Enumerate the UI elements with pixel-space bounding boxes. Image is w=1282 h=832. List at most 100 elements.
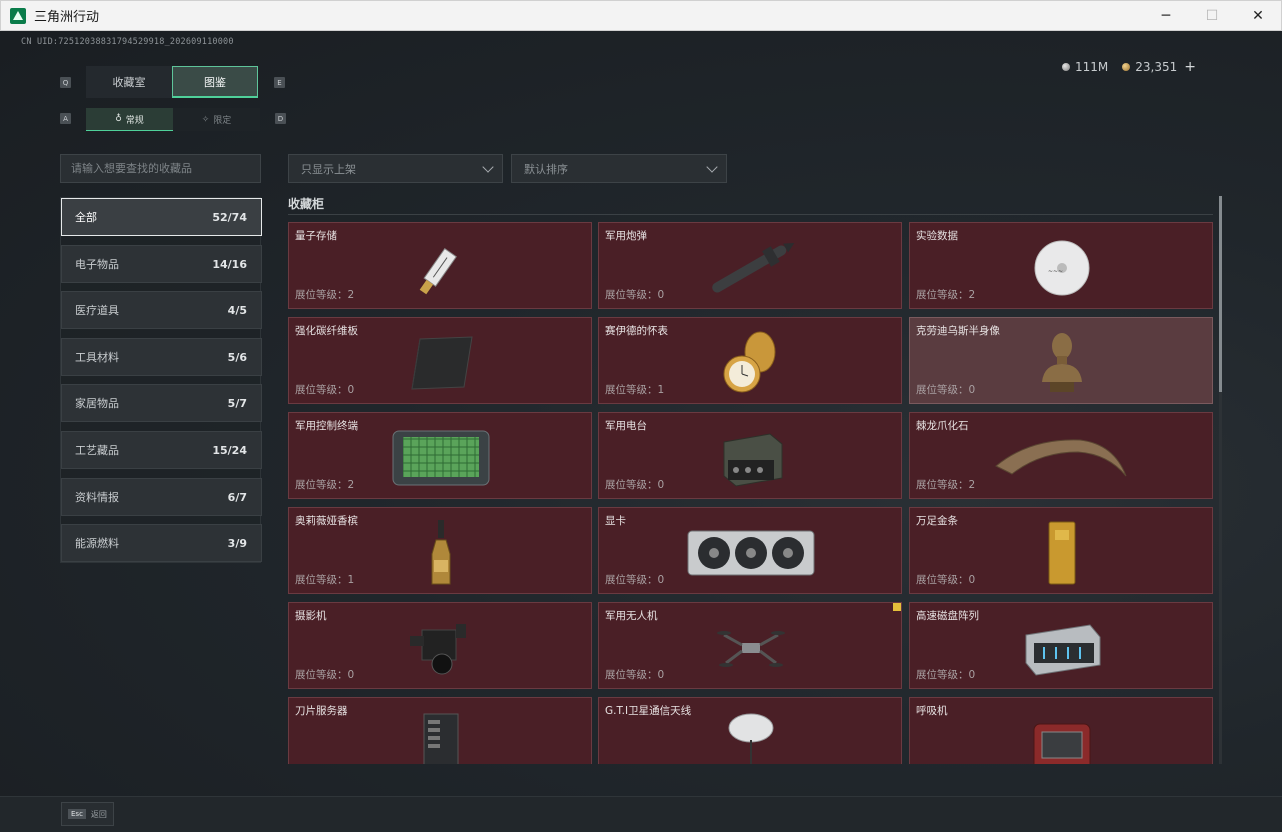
item-level: 展位等级：0 xyxy=(916,669,976,681)
category-intel[interactable]: 资料情报 6/7 xyxy=(61,478,262,516)
item-card-gpu[interactable]: 显卡 展位等级：0 xyxy=(598,507,902,594)
key-hint-q: Q xyxy=(60,77,71,88)
chevron-down-icon xyxy=(706,160,718,173)
silver-coin-icon xyxy=(1062,63,1070,71)
cabinet-scrollbar[interactable] xyxy=(1219,196,1222,764)
drone-icon xyxy=(699,615,803,681)
category-count: 5/6 xyxy=(227,350,247,364)
tab-limited-label: 限定 xyxy=(213,116,232,126)
disk-array-icon xyxy=(1010,615,1114,681)
tab-limited[interactable]: ✧ 限定 xyxy=(173,108,260,131)
item-card-bust[interactable]: 克劳迪乌斯半身像 展位等级：0 xyxy=(909,317,1213,404)
item-card-military-radio[interactable]: 军用电台 展位等级：0 xyxy=(598,412,902,499)
shelf-filter-dropdown[interactable]: 只显示上架 xyxy=(288,154,503,183)
esc-key-hint: Esc xyxy=(68,809,86,819)
terminal-icon xyxy=(389,425,493,491)
tab-regular[interactable]: ♁ 常规 xyxy=(86,108,173,131)
svg-text:~~~: ~~~ xyxy=(1048,268,1063,275)
item-level: 展位等级：0 xyxy=(605,574,665,586)
item-level: 展位等级：0 xyxy=(605,669,665,681)
category-energy[interactable]: 能源燃料 3/9 xyxy=(61,524,262,562)
category-all[interactable]: 全部 52/74 xyxy=(61,198,262,236)
key-hint-e: E xyxy=(274,77,285,88)
window-title: 三角洲行动 xyxy=(34,10,100,25)
item-name: 赛伊德的怀表 xyxy=(605,325,668,337)
category-tools[interactable]: 工具材料 5/6 xyxy=(61,338,262,376)
category-label: 全部 xyxy=(75,211,97,224)
item-card-claw-fossil[interactable]: 棘龙爪化石 展位等级：2 xyxy=(909,412,1213,499)
add-currency-button[interactable]: + xyxy=(1184,59,1196,75)
item-card-blade-server[interactable]: 刀片服务器 xyxy=(288,697,592,764)
search-box xyxy=(60,154,261,183)
tab-catalog[interactable]: 图鉴 xyxy=(172,66,258,98)
ventilator-icon xyxy=(1010,710,1114,764)
tab-regular-label: 常规 xyxy=(125,115,144,126)
item-card-ventilator[interactable]: 呼吸机 xyxy=(909,697,1213,764)
regular-icon: ♁ xyxy=(115,114,122,124)
item-card-military-shell[interactable]: 军用炮弹 展位等级：0 xyxy=(598,222,902,309)
category-label: 工具材料 xyxy=(75,351,119,364)
category-list: 全部 52/74 电子物品 14/16 医疗道具 4/5 工具材料 5/6 家居… xyxy=(60,197,262,563)
champagne-icon xyxy=(389,520,493,586)
gold-bar-icon xyxy=(1010,520,1114,586)
item-card-gold-bar[interactable]: 万足金条 展位等级：0 xyxy=(909,507,1213,594)
item-level: 展位等级：0 xyxy=(916,384,976,396)
search-input[interactable] xyxy=(71,162,260,175)
item-card-pocket-watch[interactable]: 赛伊德的怀表 展位等级：1 xyxy=(598,317,902,404)
carbon-plate-icon xyxy=(389,330,493,396)
item-card-experiment-data[interactable]: 实验数据 ~~~ 展位等级：2 xyxy=(909,222,1213,309)
item-card-quantum-storage[interactable]: 量子存储 展位等级：2 xyxy=(288,222,592,309)
item-card-carbon-fiber[interactable]: 强化碳纤维板 展位等级：0 xyxy=(288,317,592,404)
new-badge-icon xyxy=(893,603,901,611)
item-card-satellite-antenna[interactable]: G.T.I卫星通信天线 xyxy=(598,697,902,764)
camera-icon xyxy=(389,615,493,681)
category-household[interactable]: 家居物品 5/7 xyxy=(61,384,262,422)
window-titlebar: 三角洲行动 ─ ☐ ✕ xyxy=(0,0,1282,31)
back-button[interactable]: Esc 返回 xyxy=(61,802,114,826)
item-card-drone[interactable]: 军用无人机 展位等级：0 xyxy=(598,602,902,689)
key-hint-d: D xyxy=(275,113,286,124)
pocket-watch-icon xyxy=(699,330,803,396)
satellite-dish-icon xyxy=(699,710,803,764)
chevron-down-icon xyxy=(482,160,494,173)
item-name: 棘龙爪化石 xyxy=(916,420,969,432)
app-logo-icon xyxy=(10,7,26,24)
category-medical[interactable]: 医疗道具 4/5 xyxy=(61,291,262,329)
sub-tabs: ♁ 常规 ✧ 限定 xyxy=(86,108,260,131)
category-count: 4/5 xyxy=(227,303,247,317)
item-name: 克劳迪乌斯半身像 xyxy=(916,325,1000,337)
category-label: 电子物品 xyxy=(75,258,119,271)
category-count: 15/24 xyxy=(212,443,247,457)
sort-dropdown[interactable]: 默认排序 xyxy=(511,154,727,183)
minimize-button[interactable]: ─ xyxy=(1143,1,1189,30)
main-tabs: 收藏室 图鉴 xyxy=(86,66,258,98)
category-label: 资料情报 xyxy=(75,491,119,504)
item-name: 呼吸机 xyxy=(916,705,948,717)
item-level: 展位等级：0 xyxy=(916,574,976,586)
item-name: 军用电台 xyxy=(605,420,647,432)
item-name: 强化碳纤维板 xyxy=(295,325,358,337)
category-crafts[interactable]: 工艺藏品 15/24 xyxy=(61,431,262,469)
item-name: 军用控制终端 xyxy=(295,420,358,432)
tab-collection-room[interactable]: 收藏室 xyxy=(86,66,172,98)
gold-balance: 23,351 + xyxy=(1122,59,1196,75)
cabinet-title: 收藏柜 xyxy=(288,197,325,211)
category-electronics[interactable]: 电子物品 14/16 xyxy=(61,245,262,283)
item-name: 军用炮弹 xyxy=(605,230,647,242)
item-card-disk-array[interactable]: 高速磁盘阵列 展位等级：0 xyxy=(909,602,1213,689)
cabinet-divider xyxy=(288,214,1213,215)
bust-icon xyxy=(1010,330,1114,396)
close-button[interactable]: ✕ xyxy=(1235,1,1281,30)
sort-value: 默认排序 xyxy=(524,162,568,176)
item-card-camera[interactable]: 摄影机 展位等级：0 xyxy=(288,602,592,689)
server-icon xyxy=(389,710,493,764)
item-level: 展位等级：2 xyxy=(295,479,355,491)
maximize-button[interactable]: ☐ xyxy=(1189,1,1235,30)
limited-icon: ✧ xyxy=(201,114,210,125)
category-label: 工艺藏品 xyxy=(75,444,119,457)
item-card-control-terminal[interactable]: 军用控制终端 展位等级：2 xyxy=(288,412,592,499)
gold-coin-icon xyxy=(1122,63,1131,71)
category-label: 能源燃料 xyxy=(75,537,119,550)
scroll-thumb[interactable] xyxy=(1219,196,1222,392)
item-card-champagne[interactable]: 奥莉薇娅香槟 展位等级：1 xyxy=(288,507,592,594)
